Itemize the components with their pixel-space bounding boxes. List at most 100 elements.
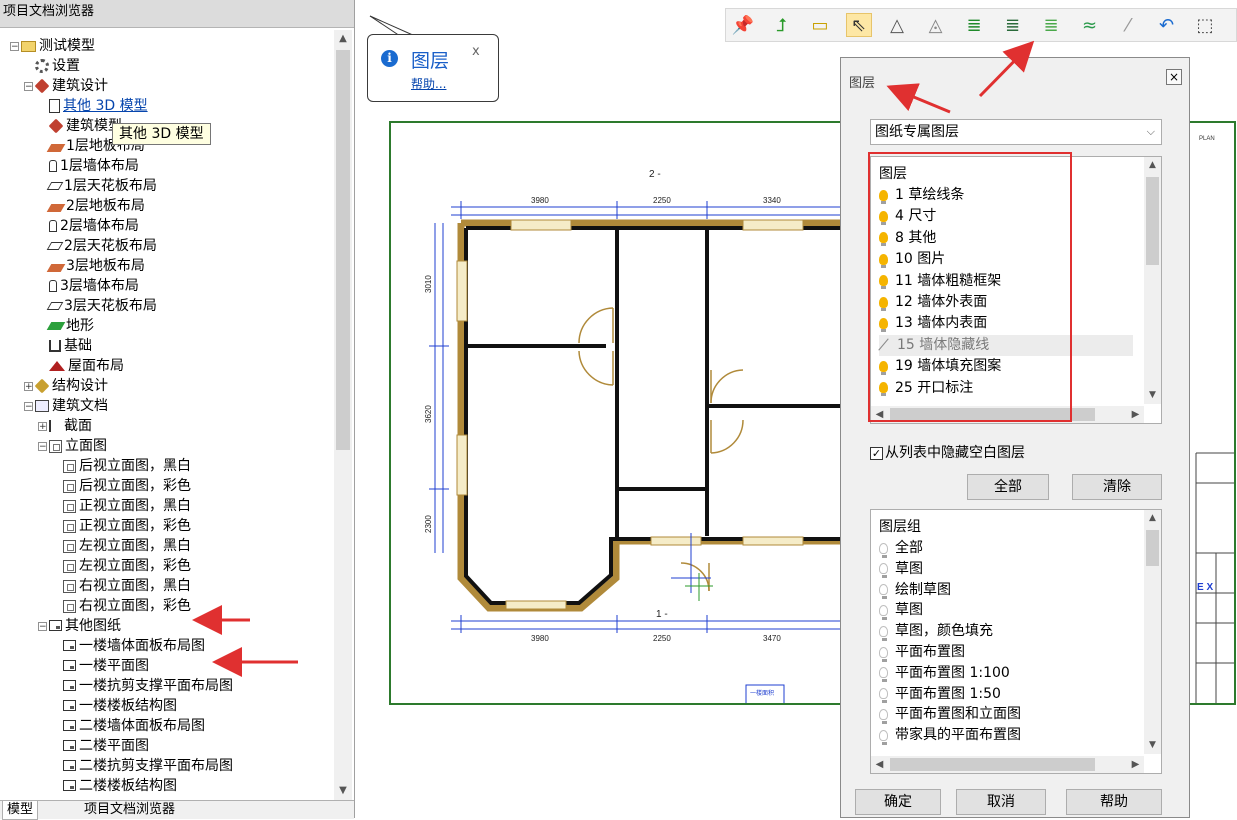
layer-group-row[interactable]: 全部 <box>879 538 923 559</box>
tree-item[interactable]: 右视立面图，黑白 <box>52 576 191 596</box>
tree-item[interactable]: − 建筑文档 <box>24 396 108 416</box>
tree-item[interactable]: 右视立面图，彩色 <box>52 596 191 616</box>
scroll-down-icon[interactable]: ▼ <box>334 782 352 800</box>
scroll-down-icon[interactable]: ▼ <box>1144 387 1161 404</box>
tree-item[interactable]: 基础 <box>38 336 92 356</box>
dashed-triangle-icon[interactable]: ◬ <box>923 13 949 37</box>
groups-vscrollbar[interactable]: ▲ ▼ <box>1144 510 1161 754</box>
collapse-icon[interactable]: − <box>38 441 47 451</box>
collapse-icon[interactable]: − <box>24 401 33 411</box>
tree-item[interactable]: 1层天花板布局 <box>38 176 157 196</box>
tree-item[interactable]: 二楼平面图 <box>52 736 149 756</box>
scroll-down-icon[interactable]: ▼ <box>1144 737 1161 754</box>
tab-project-browser[interactable]: 项目文档浏览器 <box>80 801 179 819</box>
layer-group-row[interactable]: 平面布置图 1:50 <box>879 684 1001 705</box>
select-arrow-icon[interactable]: ⇖ <box>845 13 872 37</box>
tree-item[interactable]: 二楼墙体面板布局图 <box>52 716 205 736</box>
expand-icon[interactable]: + <box>24 381 33 391</box>
layers-dark-icon[interactable]: ≣ <box>1000 13 1026 37</box>
layers-stack-icon[interactable]: ≣ <box>1038 13 1064 37</box>
dialog-close-button[interactable]: × <box>1166 69 1182 85</box>
scroll-thumb[interactable] <box>336 50 350 450</box>
scroll-up-icon[interactable]: ▲ <box>1144 157 1161 174</box>
scroll-up-icon[interactable]: ▲ <box>334 30 352 48</box>
tree-item[interactable]: 左视立面图，黑白 <box>52 536 191 556</box>
ok-button[interactable]: 确定 <box>855 789 941 815</box>
tree-item[interactable]: − 建筑设计 <box>24 76 108 96</box>
scroll-right-icon[interactable]: ▶ <box>1127 406 1144 423</box>
clear-button[interactable]: 清除 <box>1072 474 1162 500</box>
tree-item[interactable]: − 立面图 <box>38 436 107 456</box>
layers-vscrollbar[interactable]: ▲ ▼ <box>1144 157 1161 404</box>
tree-item[interactable]: + 截面 <box>38 416 92 436</box>
tree-item[interactable]: 1层墙体布局 <box>38 156 139 176</box>
scroll-thumb[interactable] <box>890 758 1095 771</box>
select-all-button[interactable]: 全部 <box>967 474 1049 500</box>
tree-item[interactable]: + 结构设计 <box>24 376 108 396</box>
tree-item[interactable]: 2层墙体布局 <box>38 216 139 236</box>
layer-group-row[interactable]: 平面布置图 <box>879 642 965 663</box>
layer-group-row[interactable]: 绘制草图 <box>879 580 951 601</box>
tree-item[interactable]: 屋面布局 <box>38 356 124 376</box>
layer-scope-select[interactable]: 图纸专属图层 ⌵ <box>870 119 1162 145</box>
collapse-icon[interactable]: − <box>10 41 19 51</box>
scroll-right-icon[interactable]: ▶ <box>1127 756 1144 773</box>
collapse-icon[interactable]: − <box>38 621 47 631</box>
tree-item[interactable]: 设置 <box>24 56 80 76</box>
tree-item[interactable]: 一楼墙体面板布局图 <box>52 636 205 656</box>
help-button[interactable]: 帮助 <box>1066 789 1162 815</box>
layer-group-row[interactable]: 草图 <box>879 600 923 621</box>
collapse-icon[interactable]: − <box>24 81 33 91</box>
ruler-icon[interactable]: ▭ <box>807 13 833 37</box>
tree-item[interactable]: 地形 <box>38 316 94 336</box>
tree-item[interactable]: 2层天花板布局 <box>38 236 157 256</box>
layer-group-row[interactable]: 草图，颜色填充 <box>879 621 993 642</box>
scroll-thumb[interactable] <box>1146 530 1159 566</box>
line-icon[interactable]: ⁄ <box>1115 13 1141 37</box>
frame-icon[interactable]: ⬚ <box>1192 13 1218 37</box>
tree-scrollbar[interactable]: ▲ ▼ <box>334 30 352 800</box>
tree-item[interactable]: 2层地板布局 <box>38 196 145 216</box>
dim-bottom-1: 3980 <box>531 634 549 643</box>
tree-item[interactable]: 建筑模型 <box>38 116 122 136</box>
layers-green-icon[interactable]: ≣ <box>961 13 987 37</box>
pin-icon[interactable]: 📌 <box>730 13 756 37</box>
balloon-close-icon[interactable]: x <box>472 44 480 59</box>
tree-item[interactable]: 左视立面图，彩色 <box>52 556 191 576</box>
tree-item[interactable]: 二楼抗剪支撑平面布局图 <box>52 756 233 776</box>
expand-icon[interactable]: + <box>38 421 47 431</box>
scroll-up-icon[interactable]: ▲ <box>1144 510 1161 527</box>
checkbox-check-icon[interactable]: ✓ <box>870 446 883 460</box>
layers-thin-icon[interactable]: ≈ <box>1077 13 1103 37</box>
scroll-thumb[interactable] <box>1146 177 1159 265</box>
layer-groups-list[interactable]: 图层组 全部 草图 绘制草图 草图 草图，颜色填充 平面布置图 平面布置图 1:100 平面布… <box>870 509 1162 774</box>
layer-group-row[interactable]: 带家具的平面布置图 <box>879 725 1021 746</box>
balloon-help-link[interactable]: 帮助... <box>411 75 446 92</box>
project-tree[interactable]: − 测试模型 设置 − 建筑设计 其他 3D 模型 建筑模型 1层地板布局 1层墙体布局 1层天花… <box>0 30 334 798</box>
layer-group-row[interactable]: 平面布置图 1:100 <box>879 663 1010 684</box>
tree-item[interactable]: 正视立面图，彩色 <box>52 516 191 536</box>
triangle-icon[interactable]: △ <box>884 13 910 37</box>
layer-group-row[interactable]: 平面布置图和立面图 <box>879 704 1021 725</box>
tree-item[interactable]: 后视立面图，黑白 <box>52 456 191 476</box>
tree-item[interactable]: 3层地板布局 <box>38 256 145 276</box>
tree-item[interactable]: 一楼抗剪支撑平面布局图 <box>52 676 233 696</box>
tree-item[interactable]: − 测试模型 <box>10 36 95 56</box>
cancel-button[interactable]: 取消 <box>956 789 1046 815</box>
tree-item[interactable]: 正视立面图，黑白 <box>52 496 191 516</box>
tree-item[interactable]: 3层天花板布局 <box>38 296 157 316</box>
tree-item[interactable]: 其他 3D 模型 <box>38 96 148 116</box>
undo-arrow-icon[interactable]: ↶ <box>1154 13 1180 37</box>
tree-item[interactable]: − 其他图纸 <box>38 616 121 636</box>
tree-item[interactable]: 3层墙体布局 <box>38 276 139 296</box>
tree-item[interactable]: 后视立面图，彩色 <box>52 476 191 496</box>
tree-item[interactable]: 二楼楼板结构图 <box>52 776 177 796</box>
smart-tool-icon[interactable]: ⮥ <box>769 13 795 37</box>
hide-empty-layers-checkbox[interactable]: ✓ 从列表中隐藏空白图层 <box>870 442 1025 462</box>
tree-item[interactable]: 一楼楼板结构图 <box>52 696 177 716</box>
tree-item[interactable]: 一楼平面图 <box>52 656 149 676</box>
scroll-left-icon[interactable]: ◀ <box>871 756 888 773</box>
layer-group-row[interactable]: 草图 <box>879 559 923 580</box>
groups-hscrollbar[interactable]: ◀ ▶ <box>871 756 1144 773</box>
tab-model[interactable]: 模型 <box>2 801 39 820</box>
